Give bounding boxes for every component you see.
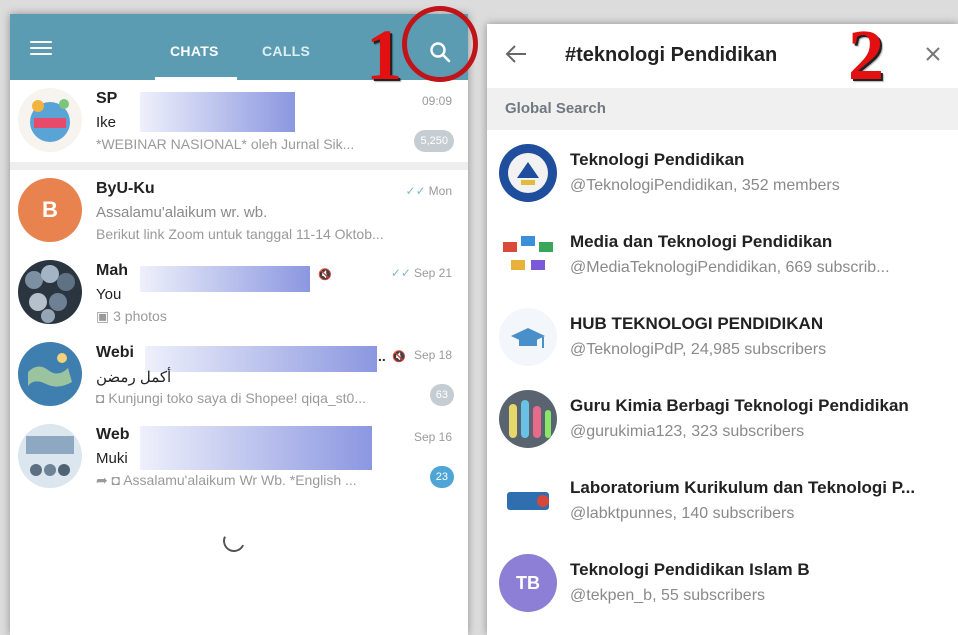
chat-time: ✓✓ Sep 21 (391, 266, 452, 280)
chat-preview-sender: Ike (96, 114, 117, 131)
search-result-item[interactable]: Media dan Teknologi Pendidikan @MediaTek… (487, 212, 958, 294)
chat-name: Webi (96, 344, 134, 361)
chat-time: Sep 16 (413, 430, 452, 444)
tab-calls[interactable]: CALLS (262, 43, 310, 59)
chat-preview-sender: You (96, 286, 122, 303)
chat-preview: ➦ ◘ Assalamu'alaikum Wr Wb. *English ... (96, 472, 396, 489)
close-icon[interactable] (925, 46, 941, 62)
chat-item[interactable]: Webi .. 🔇 أكمل رمضن ◘ Kunjungi toko saya… (10, 334, 468, 416)
avatar (499, 472, 557, 530)
chat-preview: ▣ 3 photos (96, 308, 396, 325)
avatar: B (18, 178, 82, 242)
muted-icon: 🔇 (392, 351, 406, 363)
redaction-block (140, 426, 372, 470)
chat-name: Web (96, 426, 130, 443)
redaction-block (140, 266, 310, 292)
result-subtitle: @TeknologiPendidikan, 352 members (570, 177, 840, 194)
chat-time-label: Mon (428, 184, 452, 198)
ministry-emblem-icon (499, 144, 557, 202)
group-logo-icon (18, 88, 82, 152)
camera-icon: ◘ (96, 390, 109, 406)
chat-item[interactable]: B ByU-Ku Assalamu'alaikum wr. wb. Beriku… (10, 162, 468, 252)
unread-badge: 5,250 (414, 130, 454, 152)
webinar-poster-icon (18, 424, 82, 488)
result-title: Media dan Teknologi Pendidikan (570, 232, 833, 251)
step-number-1: 1 (366, 15, 402, 95)
photo-icon: ▣ (96, 308, 114, 324)
avatar (499, 308, 557, 366)
avatar (18, 342, 82, 406)
search-results-screen: #teknologi Pendidikan Global Search Tekn… (487, 24, 958, 635)
search-result-list: Teknologi Pendidikan @TeknologiPendidika… (487, 130, 958, 622)
chat-preview-text: Kunjungi toko saya di Shopee! qiqa_st0..… (108, 390, 366, 406)
chat-time-label: Sep 21 (413, 266, 452, 280)
loading-spinner-icon (219, 526, 249, 556)
search-result-item[interactable]: Guru Kimia Berbagi Teknologi Pendidikan … (487, 376, 958, 458)
unread-badge: 23 (429, 466, 454, 488)
chat-preview: *WEBINAR NASIONAL* oleh Jurnal Sik... (96, 136, 355, 152)
search-result-item[interactable]: Teknologi Pendidikan @TeknologiPendidika… (487, 130, 958, 212)
avatar (499, 144, 557, 202)
avatar (18, 424, 82, 488)
chat-item[interactable]: Mah 🔇 You ▣ 3 photos ✓✓ Sep 21 (10, 252, 468, 334)
avatar (499, 390, 557, 448)
redaction-block (140, 92, 295, 132)
chat-item[interactable]: Web Muki ➦ ◘ Assalamu'alaikum Wr Wb. *En… (10, 416, 468, 498)
muted-icon: 🔇 (318, 269, 332, 281)
result-subtitle: @gurukimia123, 323 subscribers (570, 423, 805, 440)
search-result-item[interactable]: HUB TEKNOLOGI PENDIDIKAN @TeknologiPdP, … (487, 294, 958, 376)
chat-list: SP Ike *WEBINAR NASIONAL* oleh Jurnal Si… (10, 80, 468, 498)
chat-time: Sep 18 (413, 348, 452, 362)
chat-time: ✓✓ Mon (406, 184, 452, 198)
labs-logo-icon (499, 472, 557, 530)
redaction-block (145, 346, 377, 372)
result-title: Guru Kimia Berbagi Teknologi Pendidikan (570, 396, 909, 415)
forward-camera-icon: ➦ ◘ (96, 472, 124, 488)
media-icons-icon (499, 226, 557, 284)
chat-time: 09:09 (421, 94, 452, 108)
ellipsis-icon: .. (378, 348, 386, 364)
avatar (499, 226, 557, 284)
avatar (18, 88, 82, 152)
section-header: Global Search (487, 88, 958, 130)
unread-badge: 63 (429, 384, 454, 406)
result-subtitle: @labktpunnes, 140 subscribers (570, 505, 795, 522)
read-check-icon: ✓✓ (390, 266, 411, 280)
chat-preview-sender: Muki (96, 450, 128, 467)
hamburger-menu-icon[interactable] (30, 41, 52, 55)
graduation-cap-icon (499, 308, 557, 366)
chat-name: ByU-Ku (96, 180, 155, 197)
result-title: Laboratorium Kurikulum dan Teknologi P..… (570, 478, 916, 497)
result-subtitle: @TeknologiPdP, 24,985 subscribers (570, 341, 827, 358)
highlight-circle (402, 6, 478, 82)
avatar (18, 260, 82, 324)
section-label: Global Search (505, 100, 606, 117)
read-check-icon: ✓✓ (405, 184, 426, 198)
step-number-2: 2 (848, 15, 884, 95)
result-title: Teknologi Pendidikan (570, 150, 745, 169)
tab-chats[interactable]: CHATS (170, 43, 219, 59)
chat-preview-sender: أكمل رمضن (96, 369, 172, 386)
chat-preview-text: 3 photos (113, 308, 167, 324)
result-subtitle: @tekpen_b, 55 subscribers (570, 587, 766, 604)
test-tubes-icon (499, 390, 557, 448)
chat-preview: Berikut link Zoom untuk tanggal 11-14 Ok… (96, 226, 384, 242)
photo-collage-icon (18, 260, 82, 324)
result-title: HUB TEKNOLOGI PENDIDIKAN (570, 314, 824, 333)
chat-name: Mah (96, 262, 128, 279)
result-subtitle: @MediaTeknologiPendidikan, 669 subscrib.… (570, 259, 890, 276)
search-result-item[interactable]: Laboratorium Kurikulum dan Teknologi P..… (487, 458, 958, 540)
search-input[interactable]: #teknologi Pendidikan (565, 44, 777, 67)
search-result-item[interactable]: TB Teknologi Pendidikan Islam B @tekpen_… (487, 540, 958, 622)
result-title: Teknologi Pendidikan Islam B (570, 560, 810, 579)
chat-preview: Assalamu'alaikum wr. wb. (96, 204, 268, 221)
chat-list-screen: CHATS CALLS SP Ike *WEBINAR NASIONAL* ol… (10, 14, 468, 635)
chat-preview: ◘ Kunjungi toko saya di Shopee! qiqa_st0… (96, 390, 396, 406)
back-arrow-icon[interactable] (505, 44, 527, 64)
chat-preview-text: Assalamu'alaikum Wr Wb. *English ... (123, 472, 357, 488)
map-image-icon (18, 342, 82, 406)
chat-name: SP (96, 90, 118, 107)
avatar: TB (499, 554, 557, 612)
